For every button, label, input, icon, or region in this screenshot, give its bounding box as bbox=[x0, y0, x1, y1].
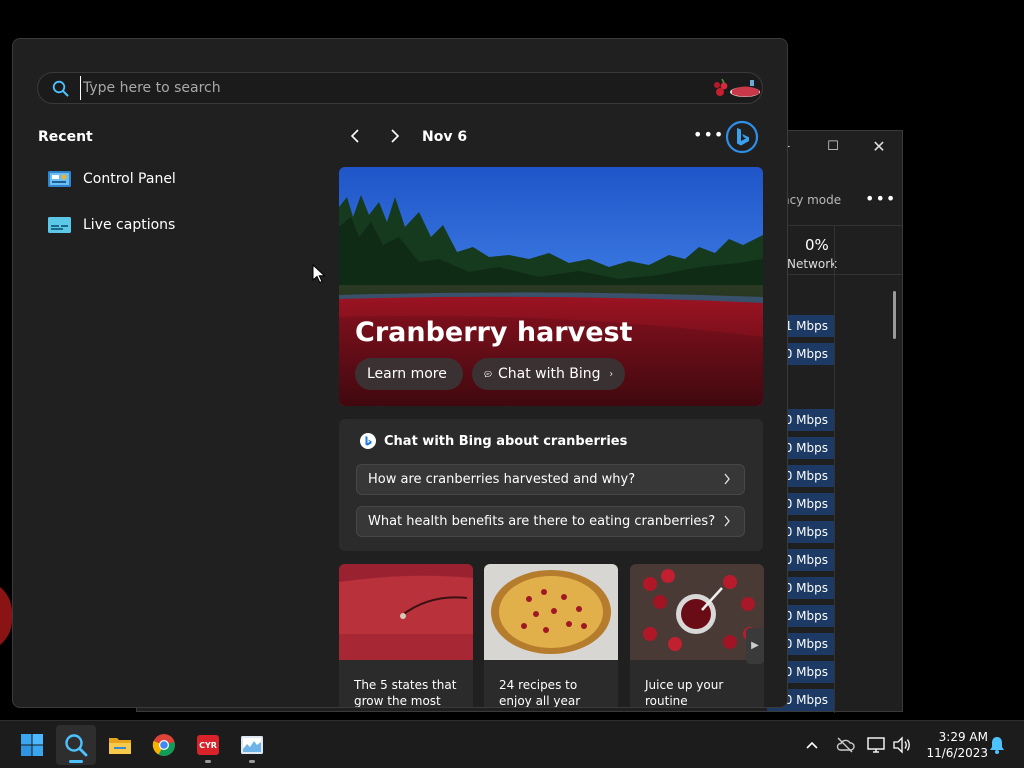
chat-with-bing-label: Chat with Bing bbox=[497, 366, 601, 382]
taskbar-task-manager[interactable] bbox=[232, 725, 272, 765]
task-manager-icon bbox=[241, 736, 263, 754]
tile-caption: 24 recipes to enjoy all year bbox=[499, 678, 581, 708]
next-day-button[interactable] bbox=[385, 128, 405, 148]
learn-more-label: Learn more bbox=[367, 366, 447, 382]
search-input[interactable] bbox=[80, 76, 700, 100]
taskbar-cyberlink[interactable]: CYR bbox=[188, 725, 228, 765]
hero-title: Cranberry harvest bbox=[355, 317, 633, 348]
efficiency-mode-button[interactable]: ncy mode bbox=[782, 193, 841, 207]
chat-question-label: What health benefits are there to eating… bbox=[368, 514, 716, 529]
chat-question-2[interactable]: What health benefits are there to eating… bbox=[356, 506, 745, 537]
news-tile-states[interactable]: The 5 states that grow the most bbox=[339, 564, 473, 708]
recent-heading: Recent bbox=[38, 129, 93, 145]
clock-date: 11/6/2023 bbox=[926, 746, 988, 760]
taskbar: CYR 3:29 AM 11/6/2023 bbox=[0, 720, 1024, 768]
network-percent: 0% bbox=[805, 236, 829, 254]
chevron-right-icon bbox=[724, 515, 730, 527]
background-red-shape bbox=[0, 580, 12, 652]
active-indicator bbox=[69, 760, 83, 763]
search-flyout: Recent Control Panel Live captions bbox=[12, 38, 788, 708]
chat-question-1[interactable]: How are cranberries harvested and why? bbox=[356, 464, 745, 495]
search-box[interactable] bbox=[37, 72, 763, 104]
chat-bubble-icon bbox=[484, 370, 492, 378]
network-icon[interactable] bbox=[866, 735, 886, 755]
tile-caption: The 5 states that grow the most bbox=[354, 678, 457, 708]
cyberlink-icon: CYR bbox=[197, 735, 219, 755]
clock-time: 3:29 AM bbox=[938, 730, 988, 744]
news-tile-recipes[interactable]: 24 recipes to enjoy all year bbox=[484, 564, 618, 708]
running-indicator bbox=[249, 760, 255, 763]
chat-card-title: Chat with Bing about cranberries bbox=[384, 433, 628, 449]
recent-item-label: Control Panel bbox=[83, 171, 176, 187]
hero-card[interactable]: Cranberry harvest Learn more Chat with B… bbox=[339, 167, 763, 406]
tiles-next-button[interactable]: ▶ bbox=[746, 628, 764, 664]
control-panel-icon bbox=[48, 171, 71, 187]
tile-caption: Juice up your routine bbox=[645, 678, 724, 708]
cranberry-highlight-icon bbox=[714, 78, 760, 97]
file-explorer-icon bbox=[109, 738, 131, 754]
cranberry-pie-image bbox=[484, 564, 618, 660]
more-options-icon[interactable]: ••• bbox=[865, 189, 896, 208]
chat-with-bing-button[interactable]: Chat with Bing bbox=[472, 358, 625, 390]
bing-chat-icon bbox=[360, 433, 376, 449]
notification-bell-icon[interactable] bbox=[987, 735, 1007, 755]
cranberry-juice-image bbox=[630, 564, 764, 660]
windows-start-icon bbox=[21, 734, 43, 756]
running-indicator bbox=[205, 760, 211, 763]
onedrive-offline-icon[interactable] bbox=[835, 735, 855, 755]
more-options-button[interactable]: ••• bbox=[693, 125, 724, 144]
scrollbar[interactable] bbox=[893, 291, 896, 339]
start-button[interactable] bbox=[12, 725, 52, 765]
feed-date: Nov 6 bbox=[422, 129, 468, 145]
network-column-header[interactable]: Network bbox=[787, 257, 837, 271]
close-icon[interactable]: ✕ bbox=[869, 137, 889, 157]
chevron-right-icon bbox=[724, 473, 730, 485]
chevron-right-icon bbox=[609, 372, 613, 376]
news-tile-juice[interactable]: Juice up your routine bbox=[630, 564, 764, 708]
system-clock[interactable]: 3:29 AM 11/6/2023 bbox=[918, 729, 988, 761]
desktop: – ☐ ✕ ncy mode ••• 0% Network 1 Mbps0 Mb… bbox=[0, 0, 1024, 768]
search-icon bbox=[65, 734, 88, 757]
learn-more-button[interactable]: Learn more bbox=[355, 358, 463, 390]
taskbar-file-explorer[interactable] bbox=[100, 725, 140, 765]
chat-question-label: How are cranberries harvested and why? bbox=[368, 472, 636, 487]
cranberry-bog-image bbox=[339, 564, 473, 660]
chat-with-bing-card: Chat with Bing about cranberries How are… bbox=[339, 419, 763, 551]
bing-icon[interactable] bbox=[725, 120, 759, 154]
chrome-icon bbox=[152, 734, 175, 756]
recent-item-live-captions[interactable]: Live captions bbox=[47, 209, 297, 241]
column-divider bbox=[834, 225, 835, 713]
recent-item-label: Live captions bbox=[83, 217, 176, 233]
recent-item-control-panel[interactable]: Control Panel bbox=[47, 163, 297, 195]
previous-day-button[interactable] bbox=[345, 128, 365, 148]
taskbar-search-button[interactable] bbox=[56, 725, 96, 765]
live-captions-icon bbox=[48, 217, 71, 233]
taskbar-chrome[interactable] bbox=[144, 725, 184, 765]
search-icon bbox=[52, 80, 69, 97]
svg-text:CYR: CYR bbox=[199, 741, 217, 750]
chat-card-header: Chat with Bing about cranberries bbox=[359, 432, 627, 450]
chevron-left-icon bbox=[350, 129, 359, 143]
volume-icon[interactable] bbox=[892, 735, 912, 755]
chevron-right-icon bbox=[391, 129, 400, 143]
maximize-icon[interactable]: ☐ bbox=[823, 137, 843, 157]
mouse-cursor-icon bbox=[312, 264, 326, 284]
show-hidden-icons-icon[interactable] bbox=[802, 735, 822, 755]
